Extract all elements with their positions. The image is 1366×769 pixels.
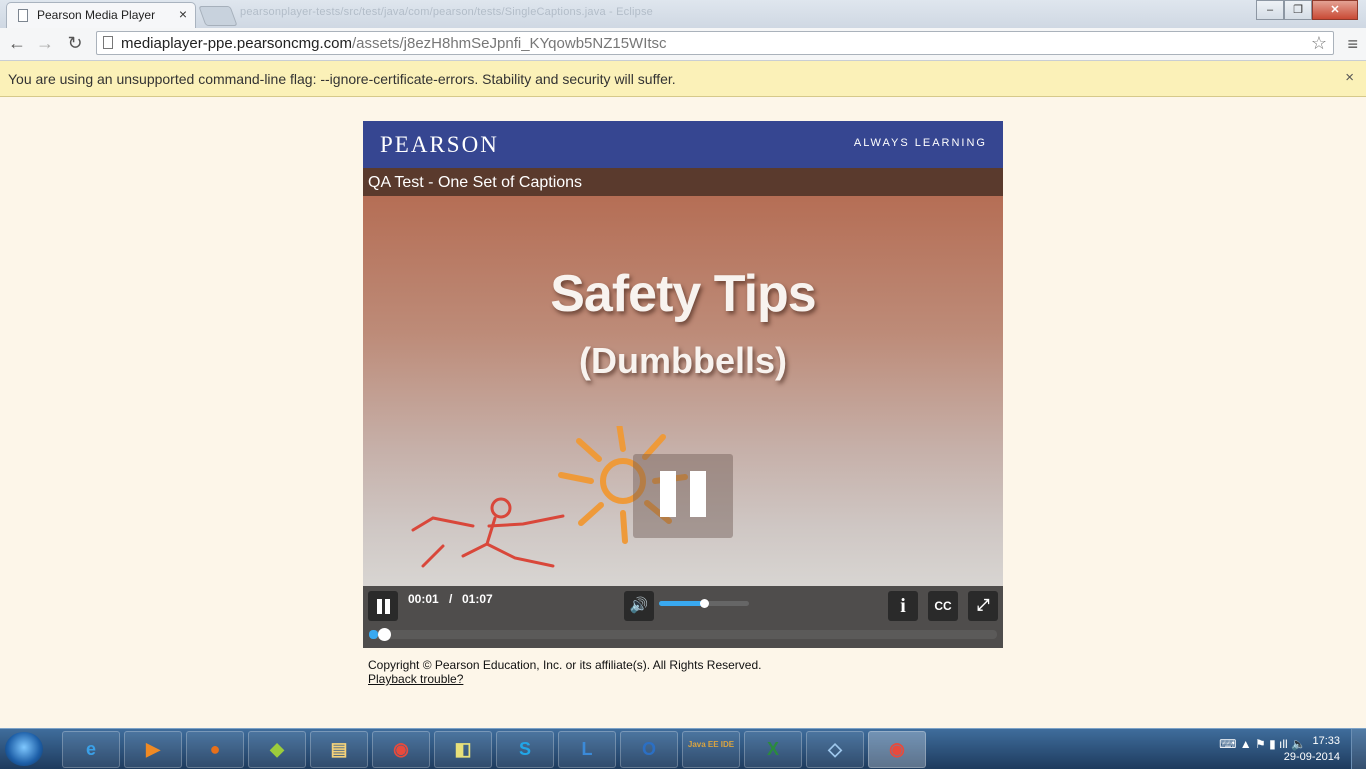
volume-knob[interactable] bbox=[700, 599, 709, 608]
url-text[interactable]: mediaplayer-ppe.pearsoncmg.com/assets/j8… bbox=[121, 35, 667, 52]
seek-progress bbox=[369, 630, 379, 639]
taskbar-media-player-icon[interactable]: ▶ bbox=[124, 731, 182, 768]
start-button[interactable] bbox=[5, 732, 43, 766]
seek-bar[interactable] bbox=[369, 628, 997, 641]
copyright-text: Copyright © Pearson Education, Inc. or i… bbox=[368, 658, 762, 672]
clock-time[interactable]: 17:33 bbox=[1312, 735, 1340, 747]
video-title: QA Test - One Set of Captions bbox=[368, 174, 583, 191]
tab-close-icon[interactable]: × bbox=[179, 6, 187, 22]
video-caption-subtitle: (Dumbbells) bbox=[578, 340, 787, 381]
taskbar-lync-icon[interactable]: L bbox=[558, 731, 616, 768]
minimize-button[interactable]: – bbox=[1256, 0, 1284, 20]
taskbar-chrome-icon[interactable]: ◉ bbox=[372, 731, 430, 768]
taskbar: e ▶ ● ◆ ▤ ◉ ◧ S L O Java EE IDE X ◇ ◉ ⌨ ▲ ⚑ ▮ ıll 🔈 1… bbox=[0, 728, 1366, 769]
brand-tagline: ALWAYS LEARNING bbox=[853, 137, 987, 149]
url-host: mediaplayer-ppe.pearsoncmg.com bbox=[121, 35, 352, 52]
video-caption-title: Safety Tips bbox=[550, 265, 816, 323]
url-path: /assets/j8ezH8hmSeJpnfi_KYqowb5NZ15WItsc bbox=[351, 35, 667, 52]
taskbar-internet-explorer-icon[interactable]: e bbox=[62, 731, 120, 768]
taskbar-firefox-icon[interactable]: ● bbox=[186, 731, 244, 768]
duration: 01:07 bbox=[462, 592, 493, 606]
browser-toolbar: ← → ↻ mediaplayer-ppe.pearsoncmg.com/ass… bbox=[0, 28, 1366, 61]
control-bar: 00:01 / 01:07 🔊 i CC ⤢ bbox=[363, 586, 1003, 648]
taskbar-chrome-active-icon[interactable]: ◉ bbox=[868, 731, 926, 768]
show-desktop-button[interactable] bbox=[1351, 729, 1366, 769]
reload-icon[interactable]: ↻ bbox=[64, 32, 86, 54]
menu-icon[interactable]: ≡ bbox=[1347, 34, 1358, 55]
page-icon bbox=[103, 36, 113, 49]
taskbar-excel-icon[interactable]: X bbox=[744, 731, 802, 768]
brand-bar: PEARSON ALWAYS LEARNING bbox=[363, 121, 1003, 168]
video-frame[interactable]: Safety Tips (Dumbbells) bbox=[363, 196, 1003, 586]
big-pause-button[interactable] bbox=[633, 454, 733, 538]
new-tab-button[interactable] bbox=[198, 6, 238, 26]
tab-title: Pearson Media Player bbox=[37, 8, 156, 22]
back-icon[interactable]: ← bbox=[6, 32, 28, 54]
playback-trouble-link[interactable]: Playback trouble? bbox=[368, 672, 463, 686]
clock-date[interactable]: 29-09-2014 bbox=[1284, 751, 1340, 763]
taskbar-skype-icon[interactable]: S bbox=[496, 731, 554, 768]
taskbar-android-icon[interactable]: ◆ bbox=[248, 731, 306, 768]
taskbar-gadget-icon[interactable]: ◇ bbox=[806, 731, 864, 768]
taskbar-notes-icon[interactable]: ◧ bbox=[434, 731, 492, 768]
forward-icon[interactable]: → bbox=[34, 32, 56, 54]
volume-slider[interactable] bbox=[659, 599, 749, 608]
restore-button[interactable]: ❐ bbox=[1284, 0, 1312, 20]
current-time: 00:01 bbox=[408, 592, 439, 606]
pause-button[interactable] bbox=[368, 591, 398, 621]
taskbar-outlook-icon[interactable]: O bbox=[620, 731, 678, 768]
browser-tab[interactable]: Pearson Media Player × bbox=[6, 2, 196, 28]
closed-captions-button[interactable]: CC bbox=[928, 591, 958, 621]
volume-icon[interactable]: 🔊 bbox=[624, 591, 654, 621]
video-title-bar: QA Test - One Set of Captions bbox=[363, 168, 1003, 196]
warning-infobar: You are using an unsupported command-lin… bbox=[0, 61, 1366, 97]
media-player: PEARSON ALWAYS LEARNING QA Test - One Se… bbox=[363, 121, 1003, 648]
taskbar-eclipse-icon[interactable]: Java EE IDE bbox=[682, 731, 740, 768]
close-window-button[interactable]: ✕ bbox=[1312, 0, 1358, 20]
pearson-logo: PEARSON bbox=[380, 132, 499, 157]
title-bar: Pearson Media Player × pearsonplayer-tes… bbox=[0, 0, 1366, 28]
window-controls: – ❐ ✕ bbox=[1256, 0, 1358, 20]
volume-level bbox=[659, 601, 704, 606]
page-icon bbox=[18, 9, 28, 22]
fullscreen-icon[interactable]: ⤢ bbox=[968, 591, 998, 621]
background-window-title: pearsonplayer-tests/src/test/java/com/pe… bbox=[240, 6, 653, 18]
infobar-close-icon[interactable]: × bbox=[1345, 69, 1354, 86]
bookmark-star-icon[interactable]: ☆ bbox=[1311, 33, 1327, 54]
system-tray-icons[interactable]: ⌨ ▲ ⚑ ▮ ıll 🔈 bbox=[1219, 737, 1306, 751]
infobar-message: You are using an unsupported command-lin… bbox=[8, 71, 676, 87]
info-button[interactable]: i bbox=[888, 591, 918, 621]
address-bar[interactable]: mediaplayer-ppe.pearsoncmg.com/assets/j8… bbox=[96, 31, 1334, 55]
seek-knob[interactable] bbox=[378, 628, 392, 641]
taskbar-file-explorer-icon[interactable]: ▤ bbox=[310, 731, 368, 768]
time-separator: / bbox=[449, 592, 453, 606]
